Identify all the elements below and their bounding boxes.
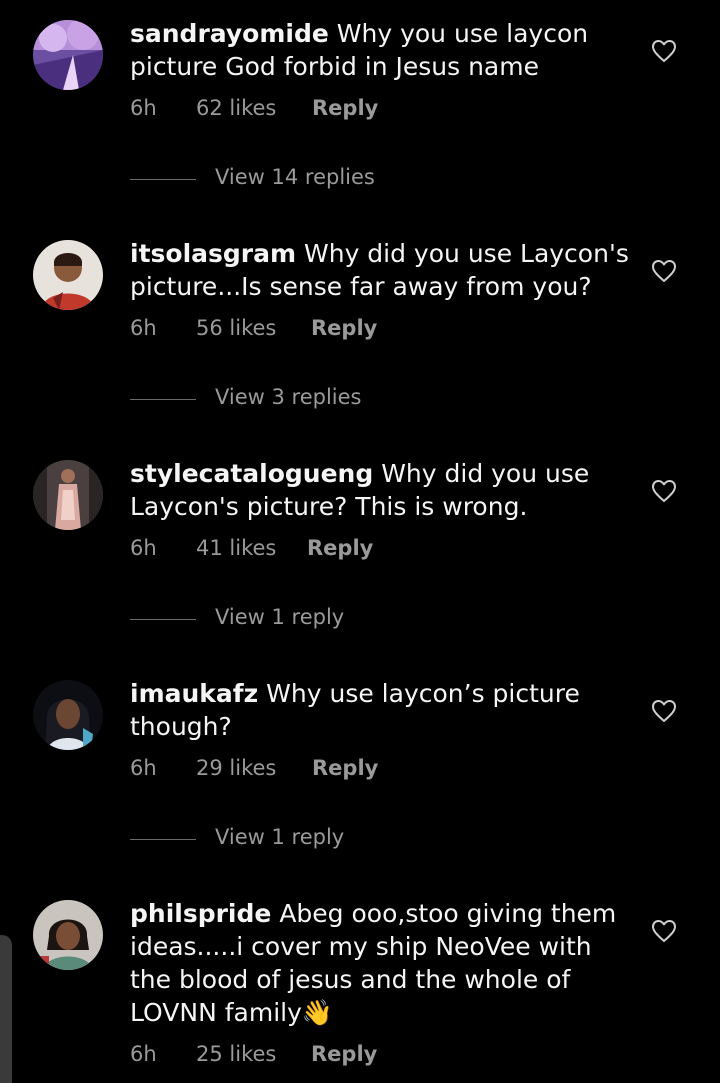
comment-body: sandrayomide Why you use laycon picture …: [130, 17, 630, 83]
divider: [130, 839, 196, 840]
comment-likes[interactable]: 41 likes: [196, 536, 276, 560]
avatar[interactable]: [33, 460, 103, 530]
comment-likes[interactable]: 29 likes: [196, 756, 276, 780]
comment-body: imaukafz Why use laycon’s picture though…: [130, 677, 630, 743]
comment-username[interactable]: stylecatalogueng: [130, 459, 373, 488]
comment-body: philspride Abeg ooo,stoo giving them ide…: [130, 897, 630, 1029]
like-heart-icon[interactable]: [651, 39, 677, 63]
avatar[interactable]: [33, 680, 103, 750]
comment-time: 6h: [130, 1042, 157, 1066]
divider: [130, 619, 196, 620]
avatar[interactable]: [33, 20, 103, 90]
like-heart-icon[interactable]: [651, 479, 677, 503]
view-replies-label: View 1 reply: [215, 825, 345, 849]
reply-button[interactable]: Reply: [312, 756, 378, 780]
scrollbar-edge[interactable]: [0, 935, 12, 1083]
view-replies-label: View 1 reply: [215, 605, 345, 629]
comment-body: itsolasgram Why did you use Laycon's pic…: [130, 237, 630, 303]
comment-username[interactable]: imaukafz: [130, 679, 258, 708]
view-replies-button[interactable]: View 3 replies: [130, 385, 530, 415]
comment-body: stylecatalogueng Why did you use Laycon'…: [130, 457, 630, 523]
comment-time: 6h: [130, 536, 157, 560]
like-heart-icon[interactable]: [651, 259, 677, 283]
view-replies-label: View 3 replies: [215, 385, 362, 409]
avatar[interactable]: [33, 240, 103, 310]
divider: [130, 399, 196, 400]
comment-likes[interactable]: 62 likes: [196, 96, 276, 120]
comment-time: 6h: [130, 96, 157, 120]
comment-time: 6h: [130, 316, 157, 340]
comment-username[interactable]: itsolasgram: [130, 239, 296, 268]
view-replies-label: View 14 replies: [215, 165, 375, 189]
reply-button[interactable]: Reply: [311, 1042, 377, 1066]
view-replies-button[interactable]: View 1 reply: [130, 605, 530, 635]
comments-screen: sandrayomide Why you use laycon picture …: [0, 0, 720, 1083]
reply-button[interactable]: Reply: [307, 536, 373, 560]
reply-button[interactable]: Reply: [311, 316, 377, 340]
reply-button[interactable]: Reply: [312, 96, 378, 120]
comment-likes[interactable]: 25 likes: [196, 1042, 276, 1066]
view-replies-button[interactable]: View 1 reply: [130, 825, 530, 855]
comment-time: 6h: [130, 756, 157, 780]
view-replies-button[interactable]: View 14 replies: [130, 165, 530, 195]
divider: [130, 179, 196, 180]
avatar[interactable]: [33, 900, 103, 970]
comment-likes[interactable]: 56 likes: [196, 316, 276, 340]
comment-username[interactable]: sandrayomide: [130, 19, 329, 48]
comment-username[interactable]: philspride: [130, 899, 271, 928]
like-heart-icon[interactable]: [651, 919, 677, 943]
like-heart-icon[interactable]: [651, 699, 677, 723]
